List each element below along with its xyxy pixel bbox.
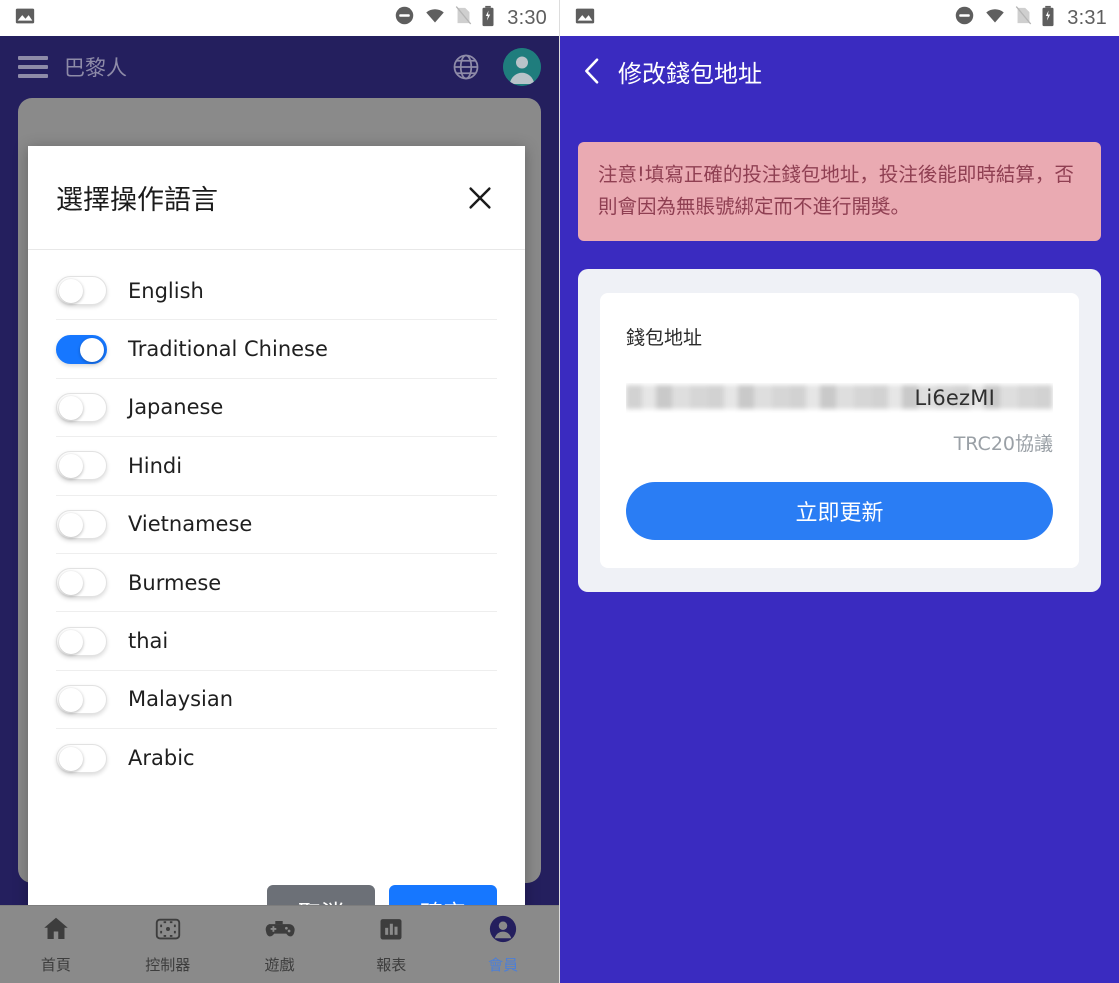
list-item-label: Malaysian	[128, 687, 234, 712]
page-title: 修改錢包地址	[618, 59, 762, 88]
list-item-label: English	[128, 278, 204, 303]
nav-item-reports[interactable]: 報表	[335, 914, 447, 975]
left-status-bar: 3:30	[0, 0, 559, 36]
nav-item-games[interactable]: 遊戲	[224, 914, 336, 975]
confirm-button[interactable]: 確定	[389, 885, 497, 905]
right-screen: 3:31 修改錢包地址 注意!填寫正確的投注錢包地址，投注後能即時結算，否則會因…	[559, 0, 1119, 983]
left-app-body: 巴黎人 CSHH	[0, 36, 559, 905]
page-header: 修改錢包地址	[560, 36, 1119, 106]
nav-item-label: 遊戲	[264, 956, 295, 974]
cancel-button[interactable]: 取消	[267, 885, 375, 905]
dual-screenshot-container: 3:30 巴黎人 選擇操作語言 English Traditional Chin…	[0, 0, 1119, 983]
right-status-bar: 3:31	[560, 0, 1119, 36]
list-item-label: Traditional Chinese	[128, 337, 328, 362]
language-toggle-japanese[interactable]	[56, 392, 107, 422]
list-item-label: thai	[128, 629, 169, 654]
nav-item-home[interactable]: 首頁	[0, 914, 112, 975]
language-toggle-vietnamese[interactable]	[56, 509, 107, 539]
language-toggle-hindi[interactable]	[56, 451, 107, 481]
nav-item-label: 報表	[376, 956, 407, 974]
nav-item-member[interactable]: 會員	[447, 914, 559, 975]
wifi-icon	[984, 5, 1006, 31]
nav-item-label: 會員	[488, 956, 519, 974]
battery-charging-icon	[1041, 5, 1055, 32]
do-not-disturb-icon	[394, 5, 415, 31]
language-select-dialog: 選擇操作語言 English Traditional Chinese Japan…	[28, 146, 525, 905]
list-item[interactable]: Burmese	[56, 554, 497, 613]
nav-item-label: 控制器	[145, 956, 191, 974]
back-chevron-icon[interactable]	[580, 56, 604, 86]
nav-item-controller[interactable]: 控制器	[112, 914, 224, 975]
page-body: 注意!填寫正確的投注錢包地址，投注後能即時結算，否則會因為無賬號綁定而不進行開獎…	[560, 106, 1119, 983]
list-item-label: Arabic	[128, 746, 195, 771]
no-sim-icon	[1015, 5, 1032, 31]
list-item-label: Hindi	[128, 453, 183, 478]
wallet-card: 錢包地址 Li6ezMI TRC20協議 立即更新	[600, 293, 1079, 569]
close-icon[interactable]	[463, 181, 497, 215]
protocol-label: TRC20協議	[953, 433, 1053, 456]
language-toggle-thai[interactable]	[56, 626, 107, 656]
wallet-section: 錢包地址 Li6ezMI TRC20協議 立即更新	[578, 269, 1101, 593]
dialog-header: 選擇操作語言	[28, 146, 525, 250]
language-list: English Traditional Chinese Japanese Hin…	[28, 250, 525, 851]
dialog-footer: 取消 確定	[28, 851, 525, 905]
nav-item-label: 首頁	[40, 956, 71, 974]
list-item[interactable]: Japanese	[56, 379, 497, 438]
battery-charging-icon	[481, 5, 495, 32]
do-not-disturb-icon	[954, 5, 975, 31]
language-toggle-malaysian[interactable]	[56, 684, 107, 714]
language-toggle-burmese[interactable]	[56, 568, 107, 598]
left-screen: 3:30 巴黎人 選擇操作語言 English Traditional Chin…	[0, 0, 559, 983]
list-item[interactable]: Malaysian	[56, 671, 497, 730]
list-item[interactable]: Traditional Chinese	[56, 320, 497, 379]
list-item[interactable]: Vietnamese	[56, 496, 497, 554]
wallet-address-field[interactable]: Li6ezMI	[626, 383, 1053, 413]
wallet-address-value: Li6ezMI	[914, 386, 995, 411]
dialog-title: 選擇操作語言	[56, 185, 218, 216]
list-item[interactable]: Hindi	[56, 437, 497, 496]
wifi-icon	[424, 5, 446, 31]
right-clock: 3:31	[1067, 6, 1107, 29]
image-icon	[574, 5, 596, 32]
list-item[interactable]: thai	[56, 612, 497, 671]
list-item-label: Japanese	[128, 395, 224, 420]
home-icon	[41, 914, 71, 949]
left-clock: 3:30	[507, 6, 547, 29]
bar-chart-icon	[377, 914, 405, 949]
image-icon	[14, 5, 36, 32]
list-item-label: Vietnamese	[128, 512, 253, 537]
no-sim-icon	[455, 5, 472, 31]
update-now-button[interactable]: 立即更新	[626, 482, 1053, 541]
language-toggle-arabic[interactable]	[56, 743, 107, 773]
language-toggle-english[interactable]	[56, 276, 107, 306]
controller-icon	[153, 914, 183, 949]
warning-banner-text: 注意!填寫正確的投注錢包地址，投注後能即時結算，否則會因為無賬號綁定而不進行開獎…	[598, 163, 1074, 218]
account-icon	[488, 914, 518, 949]
bottom-navigation: 首頁 控制器 遊戲 報表 會員	[0, 905, 559, 983]
wallet-address-label: 錢包地址	[626, 327, 703, 350]
list-item[interactable]: Arabic	[56, 729, 497, 787]
list-item-label: Burmese	[128, 570, 222, 595]
warning-banner: 注意!填寫正確的投注錢包地址，投注後能即時結算，否則會因為無賬號綁定而不進行開獎…	[578, 142, 1101, 242]
list-item[interactable]: English	[56, 262, 497, 321]
language-toggle-traditional-chinese[interactable]	[56, 334, 107, 364]
gamepad-icon	[263, 914, 296, 949]
